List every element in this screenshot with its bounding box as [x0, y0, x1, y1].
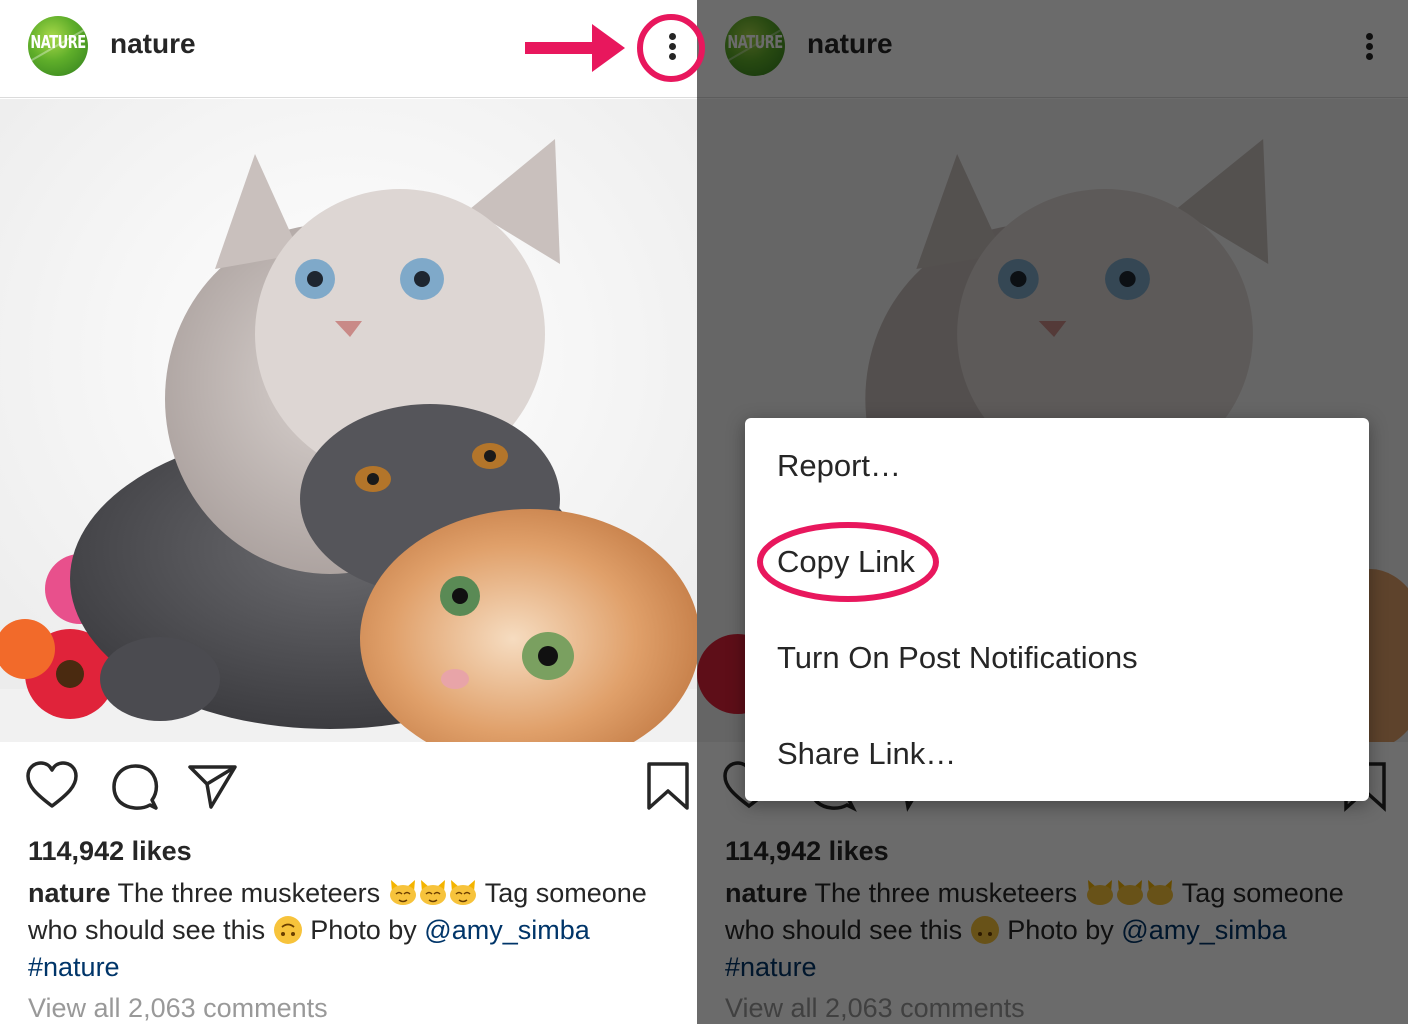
save-button[interactable]: [644, 760, 692, 817]
avatar-logo-text: NATURE: [30, 33, 86, 54]
caption-username[interactable]: nature: [28, 878, 111, 908]
hashtag-link[interactable]: #nature: [28, 952, 120, 982]
username[interactable]: nature: [110, 28, 196, 60]
menu-item-post-notifications[interactable]: Turn On Post Notifications: [777, 640, 1138, 676]
post-photo[interactable]: [0, 99, 697, 742]
post-options-menu: Report… Copy Link Turn On Post Notificat…: [745, 418, 1369, 801]
mention-link[interactable]: @amy_simba: [424, 915, 589, 945]
cat-emoji: [388, 878, 418, 908]
post-actions: [0, 760, 697, 820]
post-panel-default: NATURE nature 114,942 likes nature The t…: [0, 0, 697, 1024]
comment-icon: [112, 764, 159, 810]
likes-count[interactable]: 114,942 likes: [28, 836, 192, 867]
post-panel-menu-open: NATURE nature: [697, 0, 1408, 1024]
share-button[interactable]: [187, 760, 239, 817]
menu-item-report[interactable]: Report…: [777, 448, 901, 484]
caption-text: The three musketeers: [117, 878, 381, 908]
comment-button[interactable]: [108, 760, 160, 817]
view-comments-link[interactable]: View all 2,063 comments: [28, 993, 328, 1024]
post-header: NATURE nature: [0, 0, 697, 98]
cats-photo-illustration: [0, 99, 697, 742]
like-button[interactable]: [26, 760, 78, 817]
post-caption: nature The three musketeers Tag someone …: [28, 875, 688, 986]
menu-item-copy-link[interactable]: Copy Link: [777, 544, 915, 580]
cat-emoji: [448, 878, 478, 908]
menu-item-share-link[interactable]: Share Link…: [777, 736, 956, 772]
upside-down-face-emoji: [273, 915, 303, 945]
cat-emoji: [418, 878, 448, 908]
bookmark-icon: [647, 762, 689, 810]
heart-icon: [26, 761, 78, 808]
avatar[interactable]: NATURE: [28, 16, 88, 76]
caption-text: Photo by: [310, 915, 417, 945]
send-icon: [188, 765, 237, 809]
more-options-button[interactable]: [652, 26, 692, 66]
